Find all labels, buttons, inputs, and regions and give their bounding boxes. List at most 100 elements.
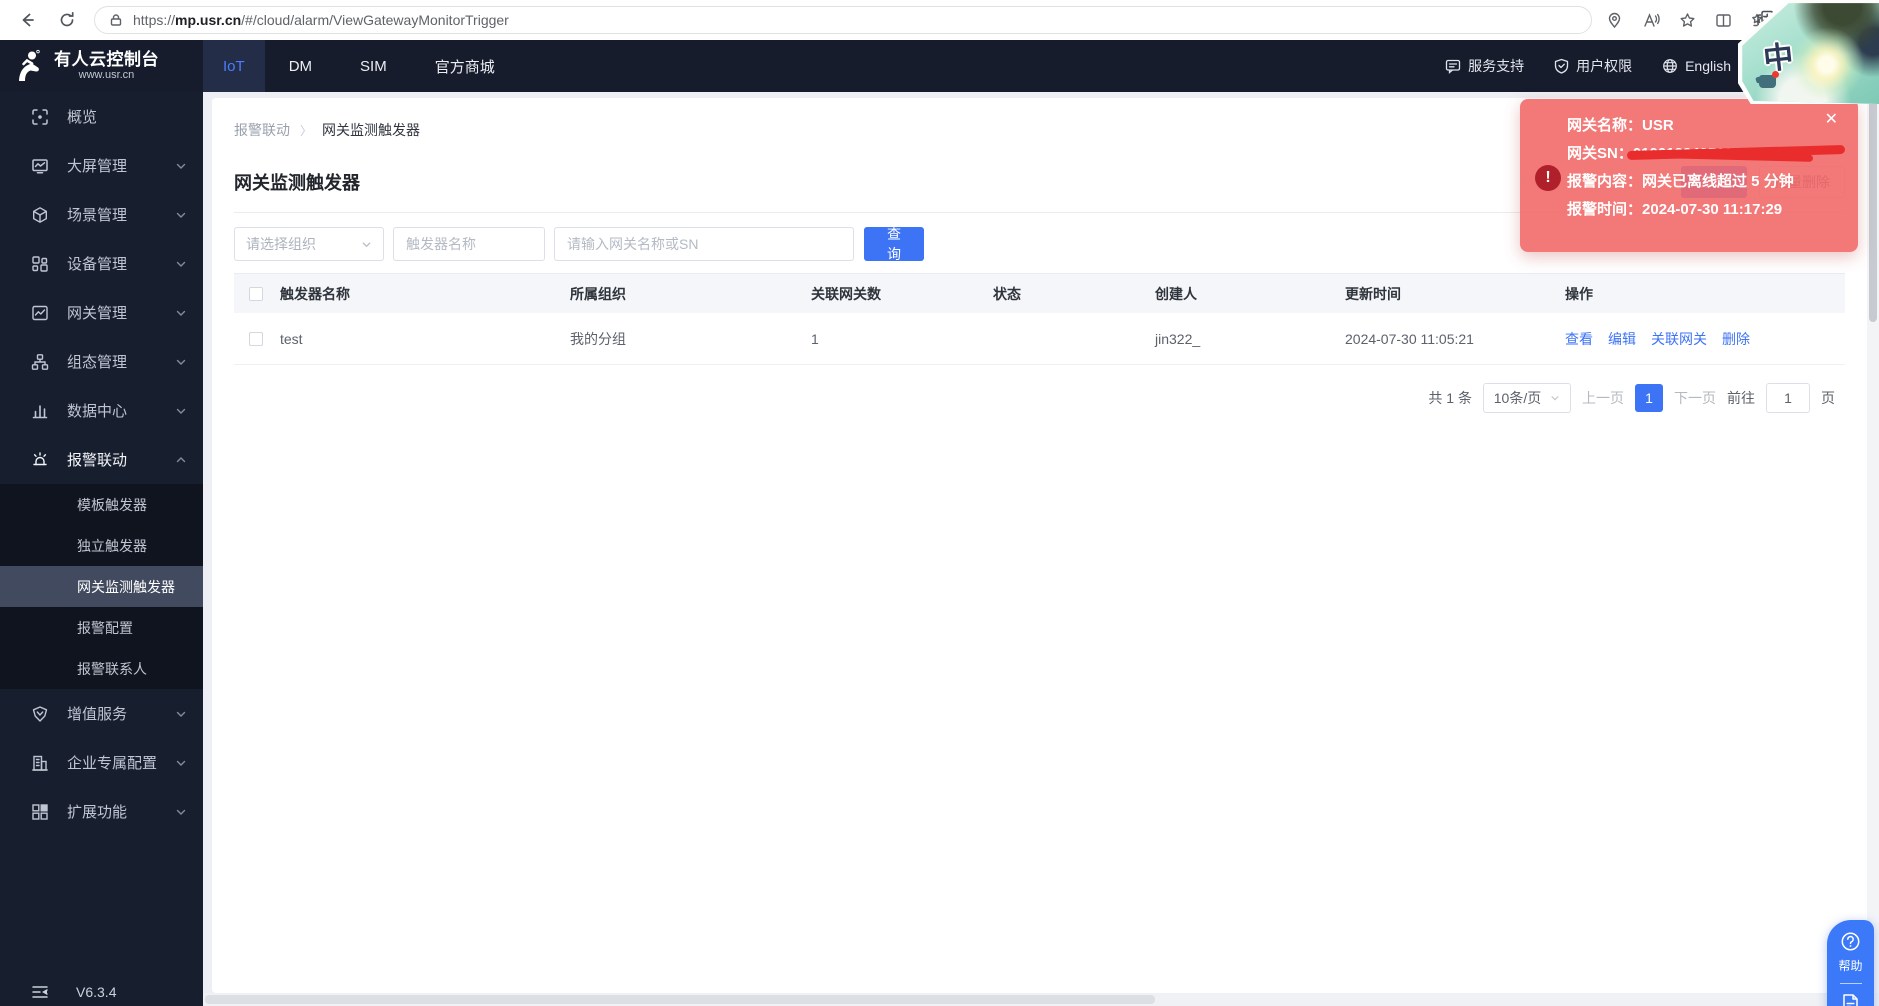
search-button[interactable]: 查询	[864, 227, 924, 261]
chevron-down-icon	[1550, 393, 1560, 403]
error-icon: !	[1535, 165, 1561, 191]
sidebar-item-alarm-contacts[interactable]: 报警联系人	[0, 648, 203, 689]
sidebar-item-gateway-monitor-trigger[interactable]: 网关监测触发器	[0, 566, 203, 607]
gateway-search-input[interactable]	[554, 227, 854, 261]
collapse-sidebar-icon[interactable]	[31, 985, 49, 999]
cell-org: 我的分组	[570, 329, 811, 349]
prev-page-button[interactable]: 上一页	[1582, 388, 1624, 408]
tab-mall[interactable]: 官方商城	[411, 40, 519, 92]
redacted-sn: 01001224051000010210	[1633, 140, 1800, 168]
back-icon[interactable]	[14, 7, 40, 33]
horizontal-scrollbar-thumb[interactable]	[205, 995, 1155, 1004]
org-select-placeholder: 请选择组织	[246, 234, 316, 254]
delete-link[interactable]: 删除	[1722, 329, 1750, 349]
col-header-status: 状态	[993, 284, 1155, 304]
breadcrumb-current: 网关监测触发器	[322, 120, 420, 140]
col-header-updated: 更新时间	[1345, 284, 1565, 304]
sidebar-item-label: 数据中心	[67, 400, 175, 421]
edit-link[interactable]: 编辑	[1608, 329, 1636, 349]
associate-gateway-link[interactable]: 关联网关	[1651, 329, 1707, 349]
sidebar-item-enterprise-config[interactable]: 企业专属配置	[0, 738, 203, 787]
breadcrumb-separator-icon: 〉	[300, 122, 312, 139]
chevron-up-icon	[175, 454, 187, 466]
favorite-star-icon[interactable]	[1679, 12, 1696, 29]
sidebar-item-label: 组态管理	[67, 351, 175, 372]
split-screen-icon[interactable]	[1715, 12, 1732, 29]
chevron-down-icon	[175, 405, 187, 417]
sidebar-item-overview[interactable]: 概览	[0, 92, 203, 141]
url-text: https://mp.usr.cn/#/cloud/alarm/ViewGate…	[133, 12, 509, 28]
address-bar[interactable]: https://mp.usr.cn/#/cloud/alarm/ViewGate…	[94, 6, 1592, 34]
chevron-down-icon	[361, 239, 372, 250]
screen: { "browser": { "url_scheme": "https://",…	[0, 0, 1879, 1006]
cell-creator: jin322_	[1155, 331, 1345, 347]
sidebar-item-extensions[interactable]: 扩展功能	[0, 787, 203, 836]
page-number-1[interactable]: 1	[1635, 384, 1663, 412]
col-header-gateway-count: 关联网关数	[811, 284, 993, 304]
sidebar-item-data-center[interactable]: 数据中心	[0, 386, 203, 435]
sidebar-item-label: 网关管理	[67, 302, 175, 323]
chevron-down-icon	[175, 209, 187, 221]
alarm-siren-icon	[31, 451, 49, 469]
sidebar-item-device-mgmt[interactable]: 设备管理	[0, 239, 203, 288]
globe-icon	[1662, 58, 1678, 74]
org-select[interactable]: 请选择组织	[234, 227, 384, 261]
sidebar-item-independent-trigger[interactable]: 独立触发器	[0, 525, 203, 566]
sidebar-item-label: 概览	[67, 106, 187, 127]
support-menu[interactable]: 服务支持	[1445, 56, 1524, 76]
device-grid-icon	[31, 255, 49, 273]
floating-helper: 帮助 咨询	[1827, 920, 1874, 1006]
table-header-row: 触发器名称 所属组织 关联网关数 状态 创建人 更新时间 操作	[234, 273, 1845, 313]
chevron-down-icon	[175, 757, 187, 769]
location-pin-icon[interactable]	[1606, 12, 1623, 29]
app-logo[interactable]: 有人云控制台 www.usr.cn	[0, 40, 203, 92]
language-menu[interactable]: English	[1662, 58, 1731, 74]
col-header-org: 所属组织	[570, 284, 811, 304]
tab-iot[interactable]: IoT	[203, 40, 265, 92]
game-overlay-widget[interactable]: 中	[1738, 0, 1879, 104]
col-header-creator: 创建人	[1155, 284, 1345, 304]
sidebar-item-template-trigger[interactable]: 模板触发器	[0, 484, 203, 525]
sidebar-item-gateway-mgmt[interactable]: 网关管理	[0, 288, 203, 337]
consult-doc-icon[interactable]	[1841, 993, 1860, 1006]
page-size-select[interactable]: 10条/页	[1483, 383, 1571, 413]
next-page-button[interactable]: 下一页	[1674, 388, 1716, 408]
col-header-actions: 操作	[1565, 284, 1845, 304]
sidebar-item-value-added[interactable]: 增值服务	[0, 689, 203, 738]
permissions-label: 用户权限	[1576, 56, 1632, 76]
chat-bubble-icon	[1445, 58, 1461, 74]
goto-page-input[interactable]	[1766, 383, 1810, 413]
total-count: 共 1 条	[1428, 388, 1472, 408]
row-checkbox[interactable]	[249, 332, 263, 346]
horizontal-scrollbar	[0, 993, 1879, 1006]
sidebar-item-alarm-linkage[interactable]: 报警联动	[0, 435, 203, 484]
sidebar-item-alarm-config[interactable]: 报警配置	[0, 607, 203, 648]
view-link[interactable]: 查看	[1565, 329, 1593, 349]
refresh-icon[interactable]	[54, 7, 80, 33]
goto-prefix: 前往	[1727, 388, 1755, 408]
breadcrumb-parent[interactable]: 报警联动	[234, 120, 290, 140]
tab-dm[interactable]: DM	[265, 40, 336, 92]
chevron-down-icon	[175, 307, 187, 319]
read-aloud-icon[interactable]	[1642, 12, 1660, 29]
divider	[1840, 983, 1862, 984]
help-label[interactable]: 帮助	[1838, 957, 1862, 974]
version-label: V6.3.4	[76, 984, 116, 1000]
select-all-checkbox[interactable]	[249, 287, 263, 301]
page-title: 网关监测触发器	[234, 169, 360, 195]
sidebar-item-label: 企业专属配置	[67, 752, 175, 773]
shield-icon	[1554, 58, 1569, 74]
sidebar-item-scene-mgmt[interactable]: 场景管理	[0, 190, 203, 239]
sidebar-item-screen-mgmt[interactable]: 大屏管理	[0, 141, 203, 190]
usr-logo-icon	[13, 49, 45, 83]
tab-sim[interactable]: SIM	[336, 40, 411, 92]
lock-icon	[109, 13, 123, 27]
trigger-name-input[interactable]	[393, 227, 545, 261]
vertical-scrollbar-thumb[interactable]	[1869, 97, 1877, 322]
sidebar-footer: V6.3.4	[0, 984, 203, 1000]
permissions-menu[interactable]: 用户权限	[1554, 56, 1632, 76]
sidebar-item-config-mgmt[interactable]: 组态管理	[0, 337, 203, 386]
row-actions: 查看 编辑 关联网关 删除	[1565, 329, 1845, 349]
help-question-icon[interactable]	[1840, 931, 1861, 952]
org-chart-icon	[31, 353, 49, 371]
